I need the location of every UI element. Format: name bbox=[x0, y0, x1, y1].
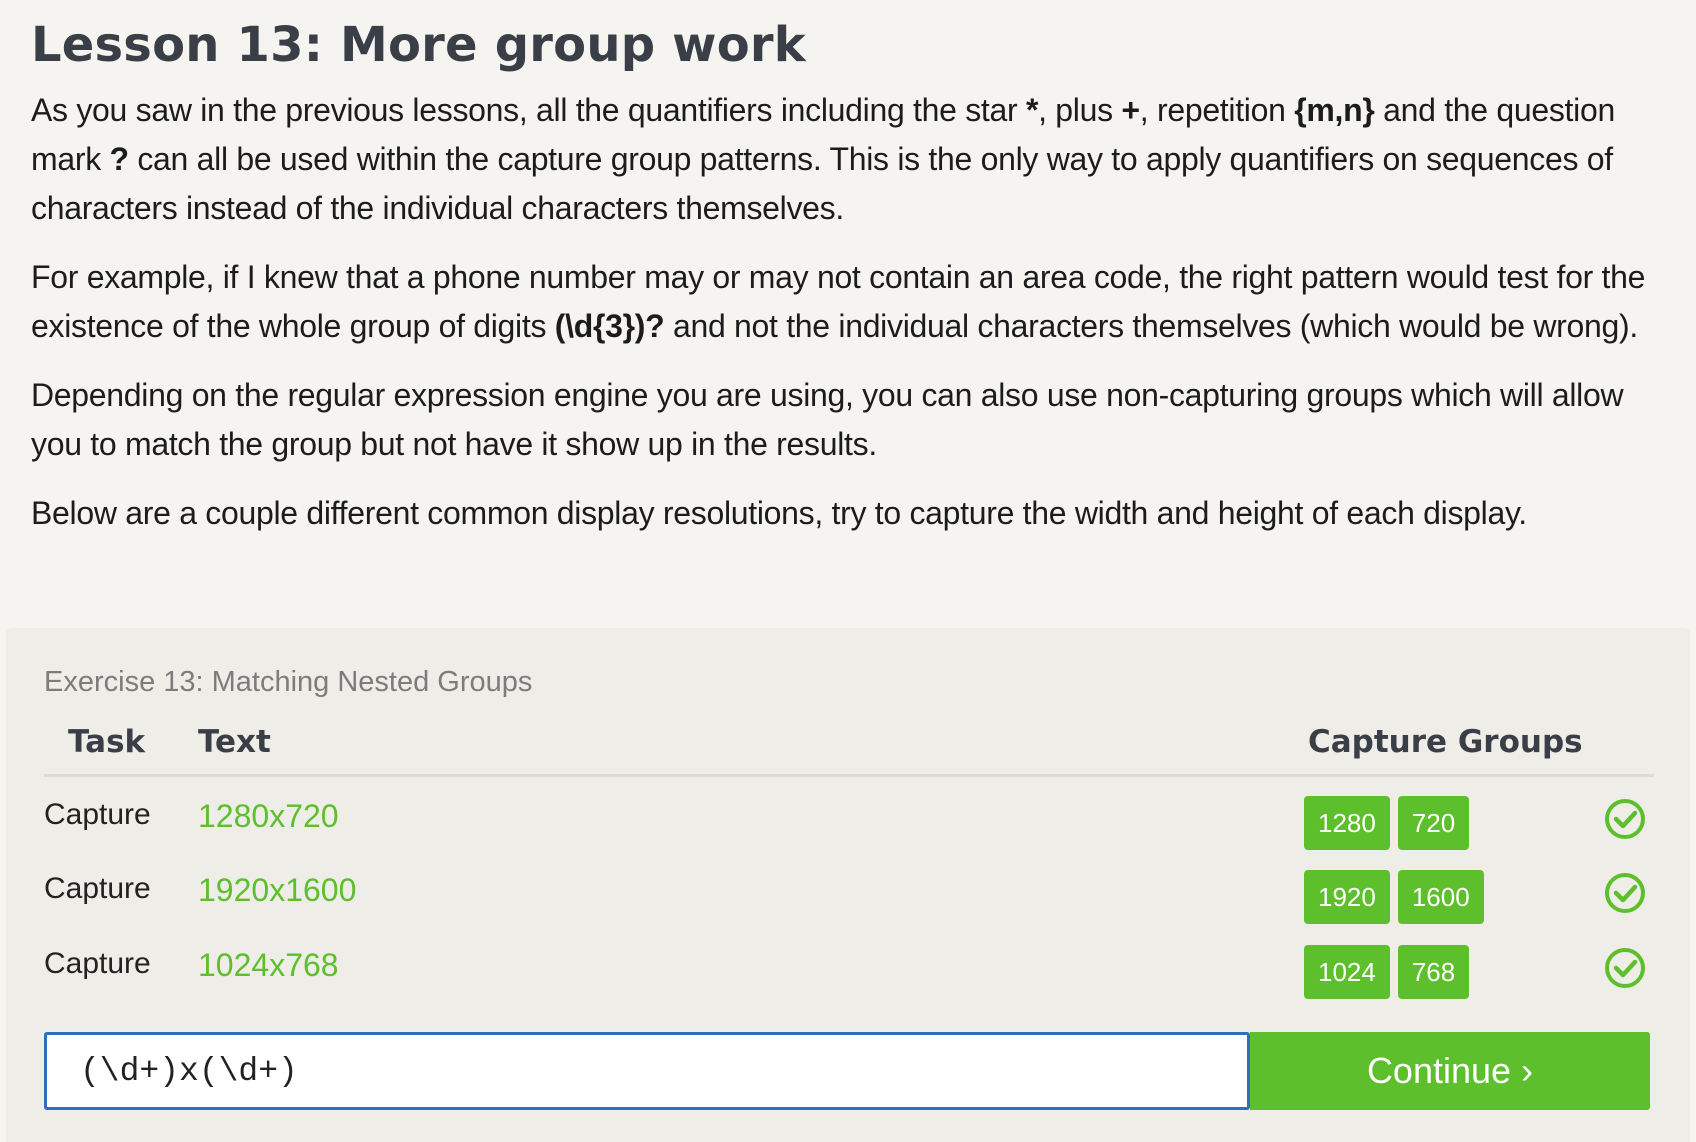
paragraph-text: and not the individual characters themse… bbox=[664, 308, 1638, 344]
table-row: Capture 1280x720 1280 720 bbox=[44, 796, 1654, 868]
lesson-page: Lesson 13: More group work As you saw in… bbox=[31, 0, 1671, 558]
code-plus: + bbox=[1121, 92, 1140, 128]
capture-groups: 1280 720 bbox=[1304, 796, 1470, 850]
capture-group-pill: 768 bbox=[1397, 945, 1470, 999]
header-text: Text bbox=[198, 724, 271, 760]
capture-groups: 1024 768 bbox=[1304, 945, 1470, 999]
capture-groups: 1920 1600 bbox=[1304, 870, 1484, 924]
check-icon bbox=[1605, 799, 1645, 839]
lesson-paragraph-1: As you saw in the previous lessons, all … bbox=[31, 86, 1671, 233]
paragraph-text: can all be used within the capture group… bbox=[31, 141, 1613, 226]
check-icon bbox=[1605, 873, 1645, 913]
capture-group-pill: 1280 bbox=[1304, 796, 1390, 850]
exercise-panel: Exercise 13: Matching Nested Groups Task… bbox=[6, 628, 1690, 1142]
code-star: * bbox=[1025, 92, 1039, 128]
code-question: ? bbox=[109, 141, 130, 177]
task-cell: Capture bbox=[44, 872, 151, 905]
capture-group-pill: 1920 bbox=[1304, 870, 1390, 924]
lesson-paragraph-2: For example, if I knew that a phone numb… bbox=[31, 253, 1671, 351]
text-cell: 1024x768 bbox=[198, 947, 339, 983]
task-cell: Capture bbox=[44, 798, 151, 831]
table-row: Capture 1024x768 1024 768 bbox=[44, 945, 1654, 1017]
exercise-title: Exercise 13: Matching Nested Groups bbox=[44, 666, 533, 698]
regex-input[interactable] bbox=[44, 1032, 1250, 1110]
table-row: Capture 1920x1600 1920 1600 bbox=[44, 870, 1654, 942]
capture-group-pill: 720 bbox=[1397, 796, 1470, 850]
capture-group-pill: 1024 bbox=[1304, 945, 1390, 999]
header-task: Task bbox=[68, 724, 146, 760]
task-cell: Capture bbox=[44, 947, 151, 980]
code-repetition: {m,n} bbox=[1294, 92, 1375, 128]
capture-group-pill: 1600 bbox=[1397, 870, 1484, 924]
text-cell: 1920x1600 bbox=[198, 872, 357, 908]
paragraph-text: , repetition bbox=[1139, 92, 1295, 128]
code-area-code: (\d{3})? bbox=[554, 308, 665, 344]
continue-button[interactable]: Continue › bbox=[1250, 1032, 1650, 1110]
paragraph-text: As you saw in the previous lessons, all … bbox=[31, 92, 1026, 128]
exercise-table-header: Task Text Capture Groups bbox=[44, 724, 1654, 777]
check-icon bbox=[1605, 948, 1645, 988]
lesson-paragraph-3: Depending on the regular expression engi… bbox=[31, 377, 1624, 462]
header-capture-groups: Capture Groups bbox=[1308, 724, 1583, 760]
text-cell: 1280x720 bbox=[198, 798, 339, 834]
lesson-title: Lesson 13: More group work bbox=[31, 17, 806, 73]
lesson-paragraph-4: Below are a couple different common disp… bbox=[31, 495, 1527, 531]
paragraph-text: , plus bbox=[1038, 92, 1122, 128]
